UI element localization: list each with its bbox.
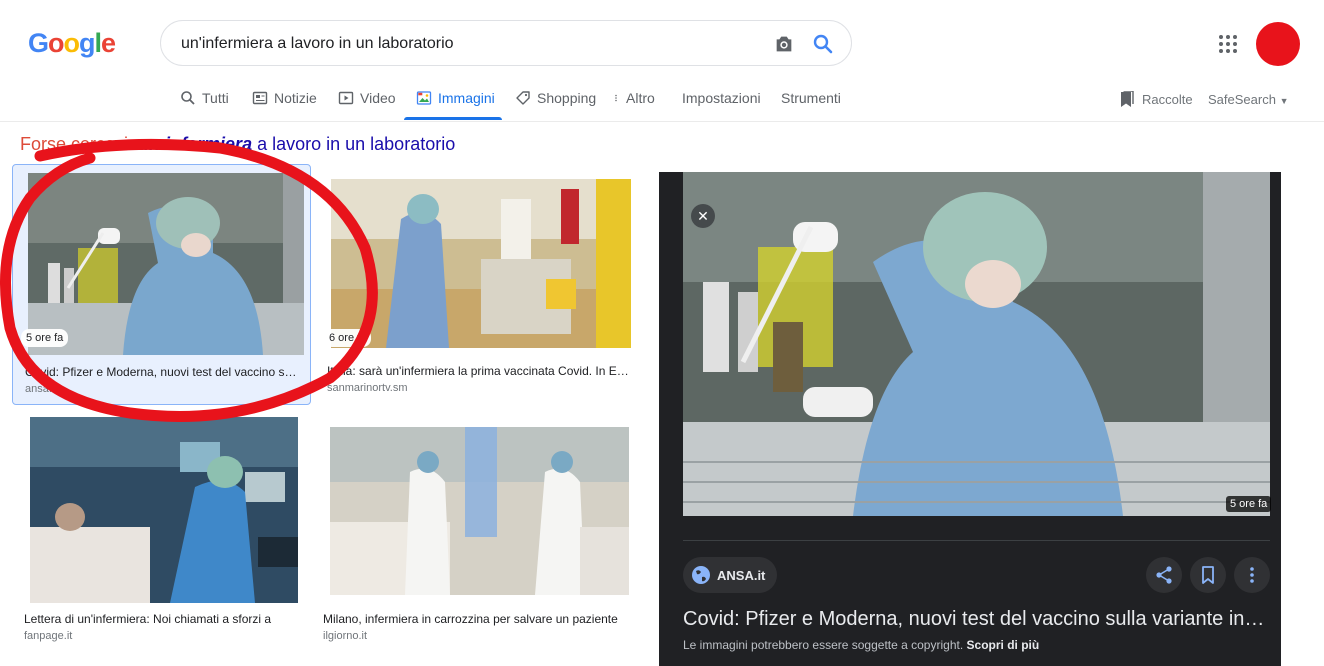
- suggestion-link[interactable]: un infermiera a lavoro in un laboratorio: [138, 134, 455, 154]
- google-logo[interactable]: Google: [28, 28, 116, 59]
- globe-icon: [692, 566, 710, 584]
- header-divider: [0, 121, 1324, 122]
- suggestion-rest: a lavoro in un laboratorio: [257, 134, 456, 154]
- tab-strumenti[interactable]: Strumenti: [781, 90, 841, 106]
- hospital-ward-photo: [330, 427, 629, 595]
- tab-notizie[interactable]: Notizie: [252, 90, 317, 106]
- tab-immagini[interactable]: Immagini: [416, 90, 495, 106]
- result-caption[interactable]: Italia: sarà un'infermiera la prima vacc…: [327, 364, 633, 378]
- tab-label: Notizie: [274, 90, 317, 106]
- result-thumbnail[interactable]: [28, 173, 304, 355]
- tab-label: Altro: [626, 90, 655, 106]
- copyright-notice: Le immagini potrebbero essere soggette a…: [683, 638, 1039, 652]
- search-input[interactable]: [181, 32, 741, 56]
- icu-photo: [30, 417, 298, 603]
- share-icon: [1156, 566, 1172, 584]
- account-avatar[interactable]: [1256, 22, 1300, 66]
- more-vert-icon: [615, 94, 617, 102]
- tab-label: Tutti: [202, 90, 229, 106]
- preview-image[interactable]: [683, 172, 1270, 516]
- apps-grid-icon[interactable]: [1218, 34, 1238, 54]
- collections-button[interactable]: Raccolte: [1120, 91, 1193, 108]
- tab-label: Impostazioni: [682, 90, 761, 106]
- tab-tutti[interactable]: Tutti: [180, 90, 229, 106]
- share-button[interactable]: [1146, 557, 1182, 593]
- tab-label: Immagini: [438, 90, 495, 106]
- result-caption[interactable]: Lettera di un'infermiera: Noi chiamati a…: [24, 612, 302, 626]
- image-result[interactable]: 5 ore fa Covid: Pfizer e Moderna, nuovi …: [12, 164, 311, 405]
- tab-impostazioni[interactable]: Impostazioni: [682, 90, 761, 106]
- search-icon[interactable]: [811, 32, 835, 56]
- safesearch-label: SafeSearch: [1208, 92, 1276, 107]
- tab-altro[interactable]: Altro: [612, 90, 655, 106]
- result-thumbnail[interactable]: [30, 417, 298, 603]
- video-icon: [338, 91, 354, 105]
- search-box: [160, 20, 852, 66]
- image-preview-panel: ✕ 5 ore fa ANSA.it Covid: Pfizer e Moder…: [659, 172, 1281, 666]
- save-button[interactable]: [1190, 557, 1226, 593]
- source-site-chip[interactable]: ANSA.it: [683, 557, 778, 593]
- result-caption[interactable]: Milano, infermiera in carrozzina per sal…: [323, 612, 633, 626]
- tab-shopping[interactable]: Shopping: [515, 90, 596, 106]
- learn-more-link[interactable]: Scopri di più: [967, 638, 1040, 652]
- active-tab-indicator: [404, 117, 502, 120]
- close-icon[interactable]: ✕: [691, 204, 715, 228]
- time-badge: 5 ore fa: [21, 329, 69, 347]
- spelling-suggestion: Forse cercavi: un infermiera a lavoro in…: [20, 134, 455, 155]
- bookmark-icon: [1121, 91, 1134, 107]
- result-caption[interactable]: Covid: Pfizer e Moderna, nuovi test del …: [25, 365, 301, 379]
- tag-icon: [516, 91, 530, 105]
- tab-label: Strumenti: [781, 90, 841, 106]
- tab-video[interactable]: Video: [338, 90, 396, 106]
- result-source[interactable]: fanpage.it: [24, 630, 72, 642]
- image-result[interactable]: Lettera di un'infermiera: Noi chiamati a…: [18, 412, 308, 652]
- bookmark-icon: [1202, 566, 1214, 584]
- hospital-corridor-photo: [331, 179, 631, 348]
- copyright-text: Le immagini potrebbero essere soggette a…: [683, 638, 964, 652]
- preview-title[interactable]: Covid: Pfizer e Moderna, nuovi test del …: [683, 608, 1273, 631]
- suggestion-prefix: Forse cercavi:: [20, 134, 134, 154]
- result-source[interactable]: sanmarinortv.sm: [327, 382, 407, 394]
- preview-time-badge: 5 ore fa: [1226, 496, 1272, 512]
- caret-down-icon: ▼: [1279, 96, 1289, 106]
- result-thumbnail[interactable]: [330, 427, 629, 595]
- more-vert-icon: [1250, 567, 1254, 583]
- tab-label: Shopping: [537, 90, 597, 106]
- safesearch-menu[interactable]: SafeSearch ▼: [1208, 92, 1288, 107]
- panel-divider: [683, 540, 1270, 541]
- search-icon: [181, 91, 195, 105]
- more-options-button[interactable]: [1234, 557, 1270, 593]
- source-site-label: ANSA.it: [717, 567, 766, 583]
- result-source[interactable]: ansa.it: [25, 383, 57, 395]
- lab-photo-large: [683, 172, 1270, 516]
- images-icon: [416, 91, 432, 105]
- collections-label: Raccolte: [1142, 92, 1193, 107]
- time-badge: 6 ore fa: [324, 329, 372, 347]
- result-source[interactable]: ilgiorno.it: [323, 630, 367, 642]
- lab-photo: [28, 173, 304, 355]
- tab-label: Video: [360, 90, 396, 106]
- camera-icon[interactable]: [773, 33, 795, 55]
- result-thumbnail[interactable]: [331, 179, 631, 348]
- suggestion-highlight: un infermiera: [138, 134, 253, 154]
- news-icon: [252, 91, 268, 105]
- image-result[interactable]: Milano, infermiera in carrozzina per sal…: [318, 417, 639, 653]
- image-result[interactable]: 6 ore fa Italia: sarà un'infermiera la p…: [321, 172, 639, 402]
